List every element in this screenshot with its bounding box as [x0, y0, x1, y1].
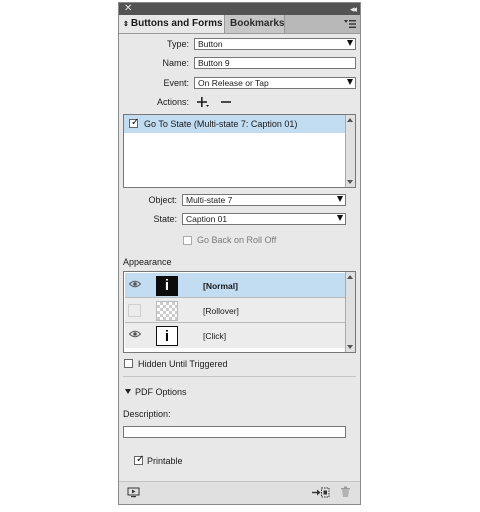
state-value: Caption 01: [186, 214, 228, 224]
action-enabled-checkbox[interactable]: ✓: [129, 117, 140, 128]
event-dropdown[interactable]: On Release or Tap: [194, 77, 356, 89]
state-dropdown[interactable]: Caption 01: [182, 213, 346, 225]
visibility-toggle-empty[interactable]: [128, 304, 141, 317]
panel-titlebar: ✕ ◂◂: [119, 3, 360, 15]
state-name: [Rollover]: [203, 306, 239, 316]
object-value: Multi-state 7: [186, 195, 233, 205]
trash-icon[interactable]: [340, 486, 351, 498]
scroll-down-icon[interactable]: [347, 345, 353, 349]
remove-action-icon[interactable]: [220, 96, 232, 108]
preview-icon[interactable]: [127, 487, 140, 498]
add-action-icon[interactable]: [196, 96, 210, 108]
eye-icon[interactable]: [129, 330, 141, 338]
appearance-row-normal[interactable]: i [Normal]: [125, 273, 346, 298]
pdf-options-heading[interactable]: PDF Options: [135, 386, 187, 398]
type-dropdown[interactable]: Button: [194, 38, 356, 50]
tab-label: Buttons and Forms: [130, 18, 223, 29]
object-dropdown[interactable]: Multi-state 7: [182, 194, 346, 206]
panel-bottom-bar: [119, 481, 360, 504]
description-field[interactable]: [123, 426, 346, 438]
buttons-and-forms-panel: ✕ ◂◂ ⇕ Buttons and Forms Bookmarks Type: …: [118, 2, 361, 505]
type-label: Type:: [166, 39, 189, 49]
hidden-until-triggered-checkbox[interactable]: [124, 359, 133, 368]
state-thumbnail: i: [156, 326, 178, 346]
description-label: Description:: [123, 409, 171, 419]
event-value: On Release or Tap: [198, 78, 269, 88]
name-field[interactable]: Button 9: [194, 57, 356, 69]
collapse-panel-icon[interactable]: ◂◂: [350, 3, 357, 15]
appearance-heading: Appearance: [123, 257, 172, 267]
eye-icon[interactable]: [129, 280, 141, 288]
disclosure-triangle-icon[interactable]: [125, 389, 131, 394]
object-label: Object:: [148, 195, 177, 205]
appearance-scrollbar[interactable]: [345, 272, 355, 352]
state-name: [Normal]: [203, 281, 238, 291]
name-label: Name:: [162, 58, 189, 68]
action-label: Go To State (Multi-state 7: Caption 01): [144, 119, 298, 129]
scroll-down-icon[interactable]: [347, 180, 353, 184]
action-row[interactable]: ✓ Go To State (Multi-state 7: Caption 01…: [124, 115, 346, 133]
close-icon[interactable]: ✕: [124, 3, 132, 15]
actions-list[interactable]: ✓ Go To State (Multi-state 7: Caption 01…: [123, 114, 356, 188]
state-name: [Click]: [203, 331, 227, 341]
section-divider: [123, 376, 356, 377]
chevron-down-icon: [347, 79, 353, 85]
tab-sort-icon: ⇕: [123, 21, 129, 28]
info-i-icon: i: [164, 277, 170, 294]
go-back-checkbox[interactable]: [183, 236, 192, 245]
scroll-up-icon[interactable]: [347, 275, 353, 279]
actions-scrollbar[interactable]: [345, 115, 355, 187]
chevron-down-icon: [337, 196, 343, 202]
printable-label: Printable: [147, 456, 183, 466]
panel-menu-icon[interactable]: [344, 19, 356, 29]
checkmark-icon: ✓: [131, 117, 140, 128]
info-i-icon: i: [164, 328, 170, 345]
appearance-row-click[interactable]: i [Click]: [125, 323, 346, 348]
tab-label: Bookmarks: [230, 18, 285, 29]
scroll-up-icon[interactable]: [347, 118, 353, 122]
actions-label: Actions:: [156, 97, 189, 107]
hidden-until-triggered-label: Hidden Until Triggered: [138, 359, 228, 369]
go-back-label: Go Back on Roll Off: [197, 235, 277, 245]
chevron-down-icon: [347, 40, 353, 46]
tab-bookmarks[interactable]: Bookmarks: [225, 15, 285, 33]
state-thumbnail-empty: [156, 301, 178, 321]
state-thumbnail: i: [156, 276, 178, 296]
checkmark-icon: ✓: [136, 454, 145, 465]
tab-buttons-and-forms[interactable]: ⇕ Buttons and Forms: [119, 15, 225, 33]
event-label: Event:: [163, 78, 189, 88]
chevron-down-icon: [337, 215, 343, 221]
state-label: State:: [153, 214, 177, 224]
convert-to-object-icon[interactable]: [312, 487, 330, 498]
appearance-list[interactable]: i [Normal] [Rollover] i [Click]: [123, 271, 356, 353]
type-value: Button: [198, 39, 223, 49]
tab-bar: ⇕ Buttons and Forms Bookmarks: [119, 15, 360, 34]
printable-checkbox[interactable]: ✓: [134, 454, 145, 465]
appearance-row-rollover[interactable]: [Rollover]: [125, 298, 346, 323]
